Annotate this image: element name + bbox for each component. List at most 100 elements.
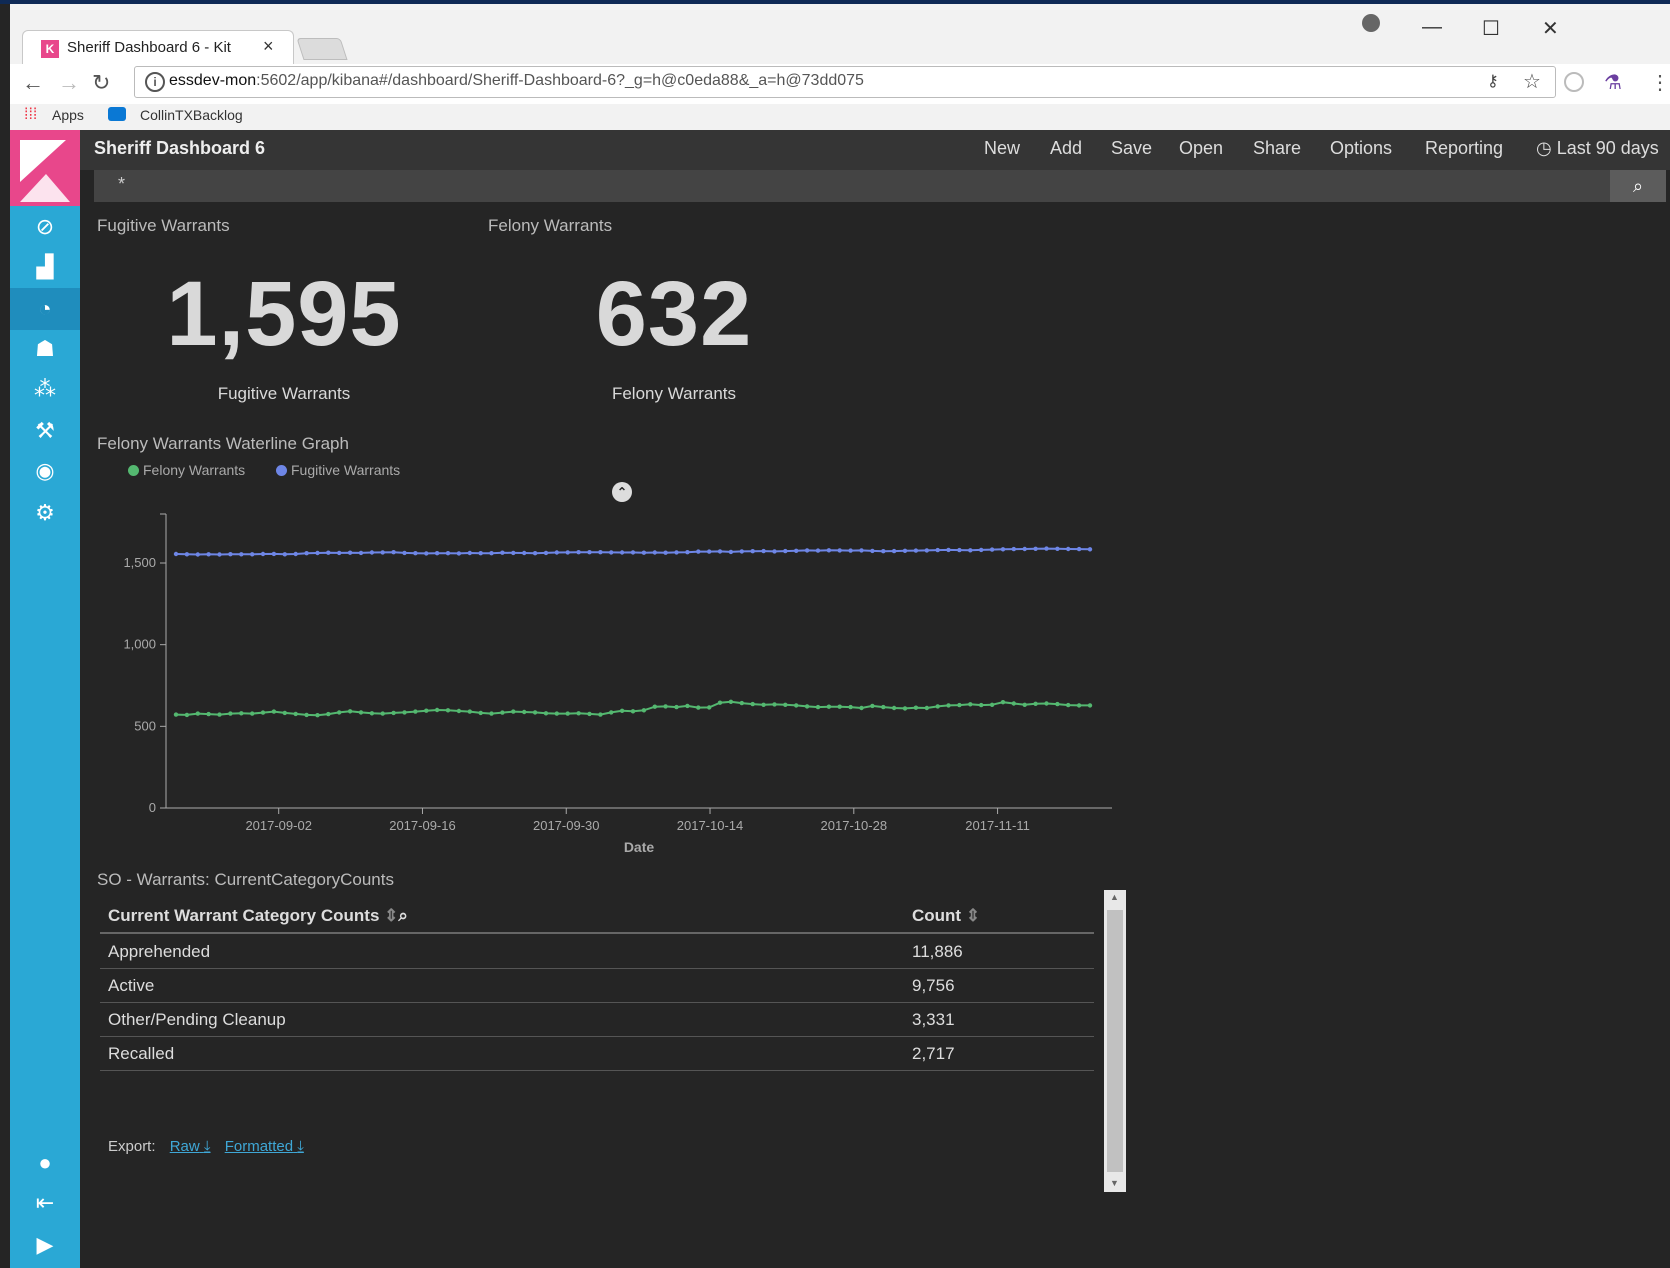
cell-category[interactable]: Recalled <box>108 1044 174 1064</box>
lab-flask-icon[interactable]: ⚗ <box>1604 70 1622 95</box>
data-point-felony <box>195 711 200 716</box>
y-tick-label: 0 <box>149 800 156 815</box>
data-point-fugitive <box>750 549 755 554</box>
info-icon[interactable]: i <box>145 72 165 92</box>
monitoring-icon[interactable]: ◉ <box>10 458 80 484</box>
menu-new[interactable]: New <box>984 138 1020 159</box>
cell-category[interactable]: Other/Pending Cleanup <box>108 1010 286 1030</box>
logout-icon[interactable]: ⇤ <box>10 1190 80 1216</box>
close-window-icon[interactable]: ✕ <box>1542 16 1559 41</box>
profile-icon[interactable] <box>1362 14 1380 32</box>
bookmark-star-icon[interactable]: ☆ <box>1523 69 1541 94</box>
search-button[interactable]: ⌕ <box>1610 170 1666 202</box>
browser-chrome: K Sheriff Dashboard 6 - Kit × — ☐ ✕ ← → … <box>10 4 1670 130</box>
table-scrollbar[interactable]: ▲ ▼ <box>1104 890 1126 1192</box>
data-point-felony <box>511 709 516 714</box>
table-header-category[interactable]: Current Warrant Category Counts ⇕⌕ <box>108 906 408 926</box>
user-icon[interactable]: ● <box>10 1150 80 1176</box>
data-point-fugitive <box>1022 546 1027 552</box>
data-point-felony <box>761 702 766 707</box>
discover-icon[interactable]: ⊘ <box>10 214 80 240</box>
x-tick-label: 2017-09-02 <box>245 818 312 833</box>
address-bar[interactable]: i essdev-mon:5602/app/kibana#/dashboard/… <box>134 66 1556 98</box>
export-raw-link[interactable]: Raw ⤓ <box>170 1138 211 1155</box>
reload-icon[interactable]: ↻ <box>92 70 110 96</box>
data-point-felony <box>304 712 309 718</box>
menu-options[interactable]: Options <box>1330 138 1392 159</box>
filter-search-icon[interactable]: ⌕ <box>398 906 408 925</box>
extension-icon[interactable] <box>1564 72 1584 92</box>
legend-fugitive[interactable]: Fugitive Warrants <box>276 462 400 478</box>
data-point-fugitive <box>739 549 744 554</box>
scrollbar-thumb[interactable] <box>1107 910 1123 1172</box>
data-point-fugitive <box>489 551 494 556</box>
download-icon: ⤓ <box>297 1138 304 1155</box>
menu-add[interactable]: Add <box>1050 138 1082 159</box>
timelion-icon[interactable]: ☗ <box>10 336 80 362</box>
legend-felony[interactable]: Felony Warrants <box>128 462 245 478</box>
menu-kebab-icon[interactable]: ⋮ <box>1650 70 1670 95</box>
data-point-fugitive <box>217 552 222 557</box>
legend-felony-label: Felony Warrants <box>143 462 246 478</box>
menu-save[interactable]: Save <box>1111 138 1152 159</box>
query-input[interactable]: * <box>118 174 125 195</box>
cell-category[interactable]: Active <box>108 976 154 996</box>
data-point-fugitive <box>859 548 864 553</box>
table-header-row: Current Warrant Category Counts ⇕⌕ Count… <box>100 898 1094 934</box>
data-point-felony <box>1055 701 1060 707</box>
new-tab-button[interactable] <box>296 38 348 60</box>
data-point-felony <box>804 704 810 709</box>
collapse-icon[interactable]: ▶ <box>10 1232 80 1258</box>
data-point-fugitive <box>369 550 375 555</box>
forward-icon[interactable]: → <box>58 70 80 96</box>
table-header-count[interactable]: Count ⇕ <box>912 906 980 926</box>
data-point-felony <box>902 706 908 711</box>
visualize-icon[interactable]: ▟ <box>10 254 80 280</box>
data-point-fugitive <box>1011 546 1016 552</box>
dashboard-icon[interactable]: ◔ <box>10 296 80 322</box>
graph-icon[interactable]: ⁂ <box>10 376 80 402</box>
data-point-fugitive <box>881 549 886 554</box>
sort-icon[interactable]: ⇕ <box>966 906 980 925</box>
data-point-felony <box>478 710 483 716</box>
export-label: Export: <box>108 1138 156 1155</box>
data-point-felony <box>707 705 712 710</box>
cell-category[interactable]: Apprehended <box>108 942 210 962</box>
maximize-icon[interactable]: ☐ <box>1482 16 1500 41</box>
browser-tab[interactable]: K Sheriff Dashboard 6 - Kit × <box>22 30 294 65</box>
scroll-up-icon[interactable]: ▲ <box>1110 892 1119 902</box>
menu-open[interactable]: Open <box>1179 138 1223 159</box>
kibana-logo[interactable] <box>10 130 80 206</box>
data-point-fugitive <box>902 548 908 553</box>
data-point-felony <box>250 711 255 716</box>
y-tick-label: 1,000 <box>123 637 156 652</box>
back-icon[interactable]: ← <box>22 70 44 96</box>
data-point-felony <box>924 705 929 711</box>
sort-icon[interactable]: ⇕ <box>384 906 398 925</box>
management-icon[interactable]: ⚙ <box>10 500 80 526</box>
export-bar: Export: Raw ⤓ Formatted ⤓ <box>108 1138 304 1155</box>
data-point-felony <box>794 703 799 708</box>
dev-tools-icon[interactable]: ⚒ <box>10 418 80 444</box>
key-icon[interactable]: ⚷ <box>1487 71 1499 91</box>
y-tick-label: 1,500 <box>123 555 156 570</box>
table-row: Active 9,756 <box>100 968 1094 1003</box>
scroll-down-icon[interactable]: ▼ <box>1110 1178 1119 1188</box>
felony-metric-label: Felony Warrants <box>611 384 737 403</box>
menu-share[interactable]: Share <box>1253 138 1301 159</box>
minimize-icon[interactable]: — <box>1422 16 1442 39</box>
data-point-felony <box>848 704 853 710</box>
bookmark-apps[interactable]: Apps <box>52 107 84 123</box>
menu-reporting[interactable]: Reporting <box>1425 138 1503 159</box>
cell-count: 11,886 <box>912 942 963 961</box>
address-row: ← → ↻ i essdev-mon:5602/app/kibana#/dash… <box>10 64 1670 104</box>
data-point-fugitive <box>772 549 777 554</box>
time-picker[interactable]: ◷ Last 90 days <box>1536 138 1659 159</box>
bookmark-collintxbacklog[interactable]: CollinTXBacklog <box>140 107 243 123</box>
data-point-fugitive <box>1000 547 1006 552</box>
tab-close-icon[interactable]: × <box>263 36 274 57</box>
clock-icon: ◷ <box>1536 138 1557 158</box>
export-formatted-link[interactable]: Formatted ⤓ <box>225 1138 304 1155</box>
query-bar[interactable]: * <box>94 170 1610 202</box>
data-point-fugitive <box>870 548 875 554</box>
